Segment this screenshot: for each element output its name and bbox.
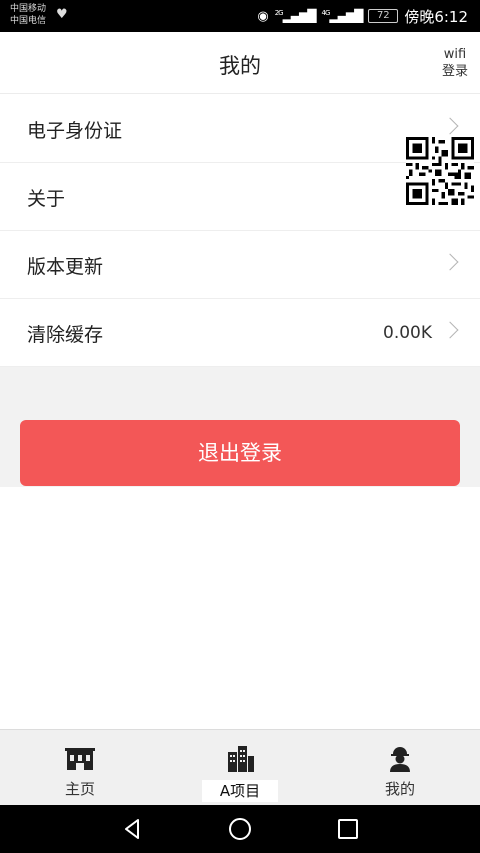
battery-icon: 72 bbox=[368, 9, 399, 23]
menu-item-label: 清除缓存 bbox=[27, 324, 104, 346]
chevron-right-icon bbox=[441, 253, 459, 271]
menu-item-label: 电子身份证 bbox=[27, 120, 123, 142]
health-heart-icon: ♥ bbox=[56, 7, 68, 22]
recent-apps-icon[interactable] bbox=[334, 815, 362, 843]
city-icon bbox=[228, 746, 254, 772]
menu-item-version-update[interactable]: 版本更新 bbox=[0, 231, 480, 299]
chevron-right-icon bbox=[441, 321, 459, 339]
wifi-login-line1: wifi bbox=[443, 47, 467, 62]
worker-icon bbox=[390, 747, 410, 772]
page-title: 我的 bbox=[219, 54, 261, 78]
logout-button[interactable]: 退出登录 bbox=[20, 420, 460, 486]
tab-label: 主页 bbox=[64, 780, 95, 798]
status-bar: 中国移动 中国电信 ♥ ◉ 2G▂▄▆█ 4G▂▄▆█ 72 傍晚6:12 bbox=[0, 0, 480, 32]
building-icon bbox=[65, 748, 95, 770]
page-header: 我的 wifi 登录 bbox=[0, 32, 480, 94]
qr-code-icon[interactable] bbox=[406, 137, 474, 205]
wifi-login-button[interactable]: wifi 登录 bbox=[442, 46, 468, 80]
tab-label: 我的 bbox=[384, 780, 415, 798]
home-circle-icon[interactable] bbox=[226, 815, 254, 843]
tab-project[interactable]: A项目 bbox=[180, 730, 300, 806]
menu-item-label: 版本更新 bbox=[27, 256, 104, 278]
status-time: 傍晚6:12 bbox=[404, 7, 468, 26]
eye-icon: ◉ bbox=[257, 8, 269, 24]
carrier-names: 中国移动 中国电信 bbox=[10, 3, 46, 27]
wifi-login-line2: 登录 bbox=[441, 64, 468, 79]
tab-home[interactable]: 主页 bbox=[20, 730, 140, 806]
signal-4g-icon: 4G▂▄▆█ bbox=[321, 9, 364, 23]
tab-mine[interactable]: 我的 bbox=[340, 730, 460, 806]
status-icons: ◉ 2G▂▄▆█ 4G▂▄▆█ 72 傍晚6:12 bbox=[257, 5, 468, 27]
cache-size-value: 0.00K bbox=[383, 323, 432, 343]
bottom-tab-bar: 主页 A项目 我的 bbox=[0, 729, 480, 805]
tab-label: A项目 bbox=[202, 780, 278, 802]
signal-2g-icon: 2G▂▄▆█ bbox=[274, 9, 317, 23]
menu-item-clear-cache[interactable]: 清除缓存 0.00K bbox=[0, 299, 480, 367]
system-nav-bar bbox=[0, 805, 480, 853]
chevron-right-icon bbox=[441, 117, 459, 135]
menu-item-label: 关于 bbox=[27, 188, 66, 210]
carrier-1: 中国移动 bbox=[10, 4, 47, 14]
back-icon[interactable] bbox=[118, 815, 146, 843]
carrier-2: 中国电信 bbox=[10, 16, 47, 26]
